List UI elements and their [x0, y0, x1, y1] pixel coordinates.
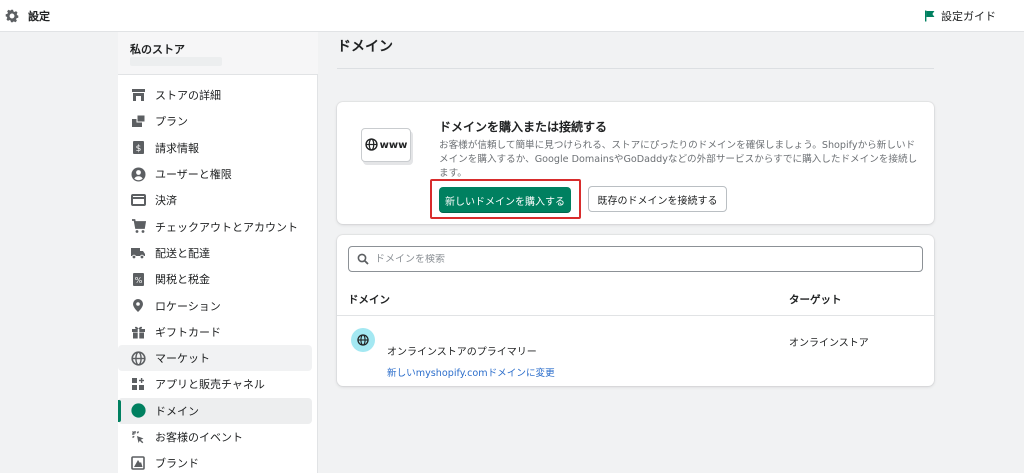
domain-search[interactable]	[348, 246, 923, 272]
top-bar: 設定 設定ガイド	[0, 0, 1024, 32]
payment-icon	[130, 192, 146, 208]
sidebar-item-payments[interactable]: 決済	[118, 187, 312, 213]
buy-new-domain-button[interactable]: 新しいドメインを購入する	[439, 187, 571, 213]
domain-avatar	[351, 328, 375, 352]
sidebar-item-checkout[interactable]: チェックアウトとアカウント	[118, 213, 312, 239]
search-icon	[357, 250, 369, 269]
www-label: www	[379, 139, 408, 151]
gear-icon	[5, 8, 19, 23]
domains-list-card: ドメイン ターゲット オンラインストアのプライマリー 新しいmyshopify.…	[337, 235, 934, 386]
globe-icon	[130, 350, 146, 366]
sidebar-item-markets[interactable]: マーケット	[118, 344, 312, 372]
truck-icon	[130, 245, 146, 261]
settings-sidebar: 私のストア ストアの詳細 プラン $ 請求情報 ユーザーと権限 決済 チェックア…	[118, 32, 318, 473]
domain-target: オンラインストア	[789, 338, 869, 349]
sidebar-item-apps[interactable]: アプリと販売チャネル	[118, 371, 312, 397]
location-icon	[130, 298, 146, 314]
sidebar-item-store-details[interactable]: ストアの詳細	[118, 82, 312, 108]
store-url-placeholder	[130, 57, 222, 66]
billing-icon: $	[130, 140, 146, 156]
store-name: 私のストア	[130, 43, 185, 56]
buy-connect-domain-card: www ドメインを購入または接続する お客様が信頼して簡単に見つけられる、ストア…	[337, 102, 934, 224]
plan-icon	[130, 113, 146, 129]
tax-icon: %	[130, 271, 146, 287]
svg-text:$: $	[135, 144, 141, 154]
sidebar-item-billing[interactable]: $ 請求情報	[118, 135, 312, 161]
brand-icon	[130, 455, 146, 471]
globe-icon	[130, 403, 146, 419]
column-header-target: ターゲット	[789, 294, 842, 306]
setup-guide-label: 設定ガイド	[941, 10, 996, 23]
sidebar-item-taxes[interactable]: % 関税と税金	[118, 266, 312, 292]
checkout-icon	[130, 219, 146, 235]
sidebar-item-gift-cards[interactable]: ギフトカード	[118, 319, 312, 345]
connect-existing-domain-button[interactable]: 既存のドメインを接続する	[588, 186, 727, 212]
change-myshopify-domain-link[interactable]: 新しいmyshopify.comドメインに変更	[387, 365, 555, 379]
sparkle-icon	[130, 429, 146, 445]
sidebar-item-locations[interactable]: ロケーション	[118, 292, 312, 318]
sidebar-item-users[interactable]: ユーザーと権限	[118, 161, 312, 187]
settings-title: 設定	[28, 10, 50, 23]
gift-icon	[130, 324, 146, 340]
search-input[interactable]	[375, 253, 895, 265]
sidebar-item-customer-events[interactable]: お客様のイベント	[118, 424, 312, 450]
store-icon	[130, 87, 146, 103]
sidebar-item-plan[interactable]: プラン	[118, 108, 312, 134]
flag-icon	[924, 10, 936, 22]
apps-icon	[130, 376, 146, 392]
svg-text:%: %	[134, 276, 142, 285]
card-heading: ドメインを購入または接続する	[439, 120, 608, 134]
settings-nav: ストアの詳細 プラン $ 請求情報 ユーザーと権限 決済 チェックアウトとアカウ…	[118, 82, 318, 473]
card-description: お客様が信頼して簡単に見つけられる、ストアにぴったりのドメインを確保しましょう。…	[439, 140, 918, 179]
www-illustration: www	[357, 124, 413, 166]
globe-icon	[364, 136, 378, 155]
page-title: ドメイン	[337, 39, 393, 55]
domain-name: オンラインストアのプライマリー	[387, 347, 537, 358]
setup-guide-button[interactable]: 設定ガイド	[924, 8, 996, 24]
title-divider	[337, 68, 934, 69]
globe-icon	[357, 331, 369, 350]
store-header[interactable]: 私のストア	[118, 32, 318, 75]
column-header-domain: ドメイン	[348, 294, 390, 306]
sidebar-item-shipping[interactable]: 配送と配達	[118, 240, 312, 266]
user-icon	[130, 166, 146, 182]
active-indicator	[118, 399, 121, 422]
sidebar-item-brand[interactable]: ブランド	[118, 450, 312, 473]
header-divider	[337, 315, 934, 316]
sidebar-item-domains[interactable]: ドメイン	[118, 397, 312, 424]
